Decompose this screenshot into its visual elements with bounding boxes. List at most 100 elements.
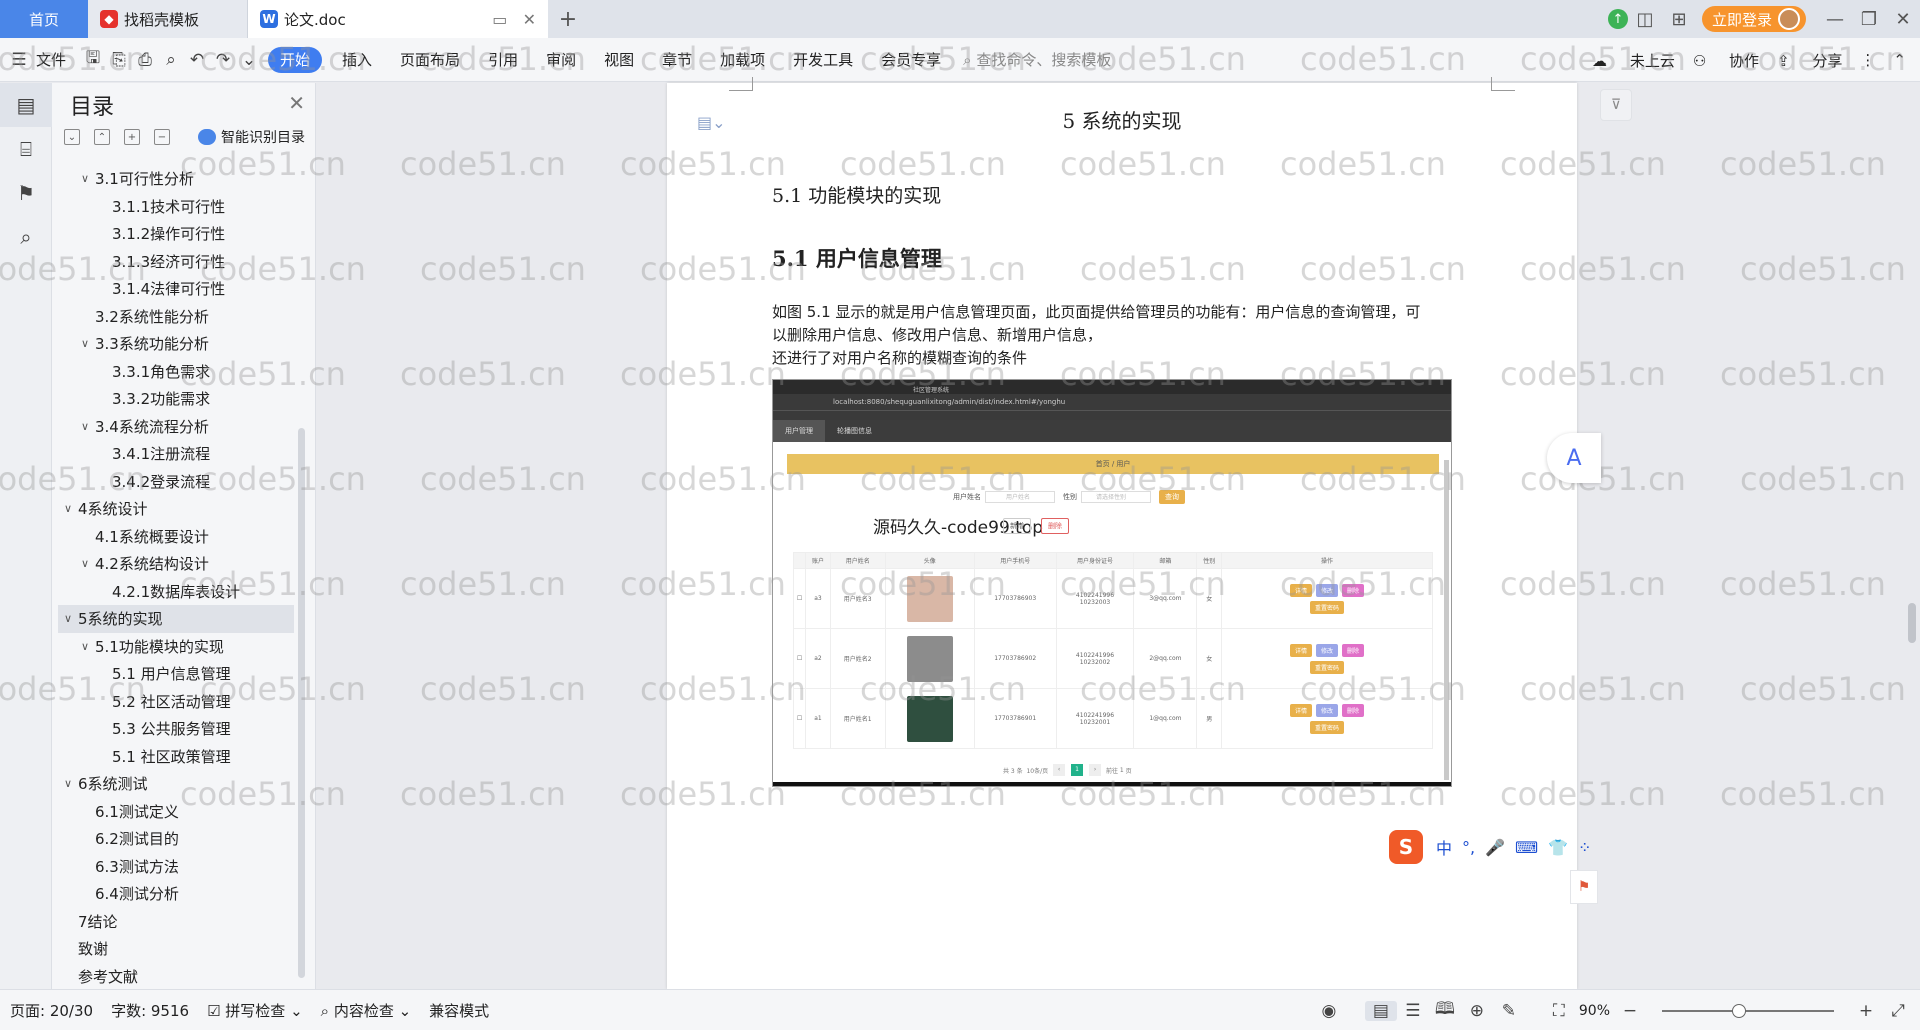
- figure-screenshot[interactable]: 社区管理系统 localhost:8080/shequguanlixitong/…: [772, 379, 1452, 787]
- outline-view-icon[interactable]: ☰: [1397, 1001, 1429, 1021]
- find-icon[interactable]: ⌕: [0, 215, 52, 259]
- close-icon[interactable]: ✕: [288, 91, 305, 115]
- smart-toc-button[interactable]: 智能识别目录: [198, 127, 305, 147]
- toc-item[interactable]: 致谢: [58, 935, 294, 963]
- toc-item[interactable]: 6.2测试目的: [58, 825, 294, 853]
- ime-skin-icon[interactable]: 👕: [1548, 838, 1568, 857]
- content-check-button[interactable]: ⌕ 内容检查 ⌄: [321, 1000, 412, 1021]
- toc-scrollbar[interactable]: [298, 428, 305, 978]
- menu-start[interactable]: 开始: [268, 46, 323, 73]
- toc-item[interactable]: ∨ 5系统的实现: [58, 605, 294, 633]
- fit-page-icon[interactable]: ⛶: [1543, 1001, 1575, 1021]
- bookmark-icon[interactable]: ⚑: [0, 171, 52, 215]
- toc-item[interactable]: ∨ 4系统设计: [58, 495, 294, 523]
- customize-dropdown-icon[interactable]: ⌄: [236, 38, 262, 82]
- tab-float-icon[interactable]: ▭: [492, 10, 507, 29]
- redo-icon[interactable]: ↷: [210, 38, 236, 82]
- collapse-all-icon[interactable]: ⌃: [94, 129, 110, 145]
- window-close-icon[interactable]: ✕: [1886, 0, 1920, 38]
- toc-item[interactable]: 参考文献: [58, 963, 294, 991]
- ime-more-icon[interactable]: ⁘: [1578, 838, 1591, 857]
- ai-assistant-icon[interactable]: A: [1547, 433, 1601, 483]
- toc-item[interactable]: ∨ 6系统测试: [58, 770, 294, 798]
- toc-item[interactable]: 6.4测试分析: [58, 880, 294, 908]
- status-page[interactable]: 页面: 20/30: [10, 1000, 93, 1021]
- document-scrollbar[interactable]: [1904, 83, 1920, 989]
- zoom-in-icon[interactable]: +: [1850, 1001, 1882, 1021]
- toc-item[interactable]: 3.1.3经济可行性: [58, 248, 294, 276]
- tab-docer-templates[interactable]: ◆ 找稻壳模板: [88, 0, 248, 38]
- chevron-down-icon[interactable]: ∨: [77, 640, 93, 653]
- menu-review[interactable]: 审阅: [532, 38, 590, 82]
- chevron-down-icon[interactable]: ∨: [77, 420, 93, 433]
- toc-item[interactable]: 3.2系统性能分析: [58, 303, 294, 331]
- expand-all-icon[interactable]: ⌄: [64, 129, 80, 145]
- new-tab-button[interactable]: +: [548, 0, 588, 38]
- toc-item[interactable]: 4.2.1数据库表设计: [58, 578, 294, 606]
- apps-grid-icon[interactable]: ⊞: [1662, 0, 1696, 38]
- toc-item[interactable]: 5.3 公共服务管理: [58, 715, 294, 743]
- page-view-icon[interactable]: ▤: [1364, 1000, 1397, 1021]
- toc-item[interactable]: 6.3测试方法: [58, 853, 294, 881]
- more-icon[interactable]: ⋮: [1860, 51, 1875, 69]
- eye-protection-icon[interactable]: ◉: [1313, 1001, 1345, 1021]
- add-heading-icon[interactable]: +: [124, 129, 140, 145]
- ime-keyboard-icon[interactable]: ⌨: [1515, 838, 1538, 857]
- login-button[interactable]: 立即登录: [1701, 6, 1806, 32]
- collaborate-button[interactable]: ⚇ 协作: [1693, 50, 1759, 71]
- toc-item[interactable]: 3.3.2功能需求: [58, 385, 294, 413]
- zoom-slider[interactable]: [1662, 1003, 1834, 1018]
- file-menu[interactable]: 文件: [32, 38, 80, 82]
- toc-item[interactable]: ∨ 4.2系统结构设计: [58, 550, 294, 578]
- feedback-flag-icon[interactable]: ⚑: [1570, 870, 1598, 904]
- minimize-icon[interactable]: —: [1818, 0, 1852, 38]
- document-scroll-thumb[interactable]: [1908, 603, 1916, 643]
- menu-insert[interactable]: 插入: [328, 38, 386, 82]
- toc-item[interactable]: 3.4.1注册流程: [58, 440, 294, 468]
- filter-icon[interactable]: ⊽: [1600, 89, 1632, 121]
- toc-item[interactable]: 3.1.1技术可行性: [58, 193, 294, 221]
- save-icon[interactable]: 🖫: [80, 38, 106, 82]
- toc-item[interactable]: ∨ 3.4系统流程分析: [58, 413, 294, 441]
- hamburger-icon[interactable]: ☰: [6, 38, 32, 82]
- print-icon[interactable]: ⎙: [132, 38, 158, 82]
- toc-item[interactable]: ∨ 5.1功能模块的实现: [58, 633, 294, 661]
- menu-view[interactable]: 视图: [590, 38, 648, 82]
- chevron-down-icon[interactable]: ∨: [77, 557, 93, 570]
- spell-check-button[interactable]: ☑ 拼写检查 ⌄: [207, 1000, 303, 1021]
- ime-punct-toggle[interactable]: °,: [1462, 838, 1475, 857]
- export-pdf-icon[interactable]: ⎘: [106, 38, 132, 82]
- chevron-down-icon[interactable]: ∨: [60, 502, 76, 515]
- share-button[interactable]: ⇪ 分享: [1777, 50, 1842, 71]
- restore-icon[interactable]: ❐: [1852, 0, 1886, 38]
- print-preview-icon[interactable]: ⌕: [158, 38, 184, 82]
- cloud-status[interactable]: ☁ 未上云: [1592, 50, 1675, 71]
- remove-heading-icon[interactable]: −: [154, 129, 170, 145]
- toc-item[interactable]: ∨ 3.3系统功能分析: [58, 330, 294, 358]
- zoom-out-icon[interactable]: −: [1614, 1001, 1646, 1021]
- tab-home[interactable]: 首页: [0, 0, 88, 38]
- toc-item[interactable]: 6.1测试定义: [58, 798, 294, 826]
- sogou-ime-icon[interactable]: S: [1389, 830, 1423, 864]
- chevron-down-icon[interactable]: ∨: [77, 337, 93, 350]
- reading-view-icon[interactable]: 🕮: [1429, 996, 1461, 1025]
- toc-item[interactable]: 4.1系统概要设计: [58, 523, 294, 551]
- tab-document[interactable]: W 论文.doc ▭ ✕: [248, 0, 548, 38]
- zoom-slider-knob[interactable]: [1732, 1003, 1746, 1018]
- undo-icon[interactable]: ↶: [184, 38, 210, 82]
- toc-item[interactable]: 3.1.4法律可行性: [58, 275, 294, 303]
- zoom-level[interactable]: 90%: [1579, 1003, 1610, 1019]
- chevron-down-icon[interactable]: ∨: [60, 777, 76, 790]
- status-word-count[interactable]: 字数: 9516: [111, 1000, 189, 1021]
- menu-section[interactable]: 章节: [648, 38, 706, 82]
- menu-references[interactable]: 引用: [474, 38, 532, 82]
- menu-addins[interactable]: 加载项: [706, 38, 779, 82]
- toc-item[interactable]: 5.1 用户信息管理: [58, 660, 294, 688]
- fullscreen-icon[interactable]: ⤢: [1882, 1001, 1914, 1021]
- toc-item[interactable]: 5.2 社区活动管理: [58, 688, 294, 716]
- toc-item[interactable]: 5.1 社区政策管理: [58, 743, 294, 771]
- toc-item[interactable]: 3.3.1角色需求: [58, 358, 294, 386]
- chevron-down-icon[interactable]: ∨: [60, 612, 76, 625]
- toc-item[interactable]: ∨ 3.1可行性分析: [58, 165, 294, 193]
- web-view-icon[interactable]: ⊕: [1461, 1001, 1493, 1021]
